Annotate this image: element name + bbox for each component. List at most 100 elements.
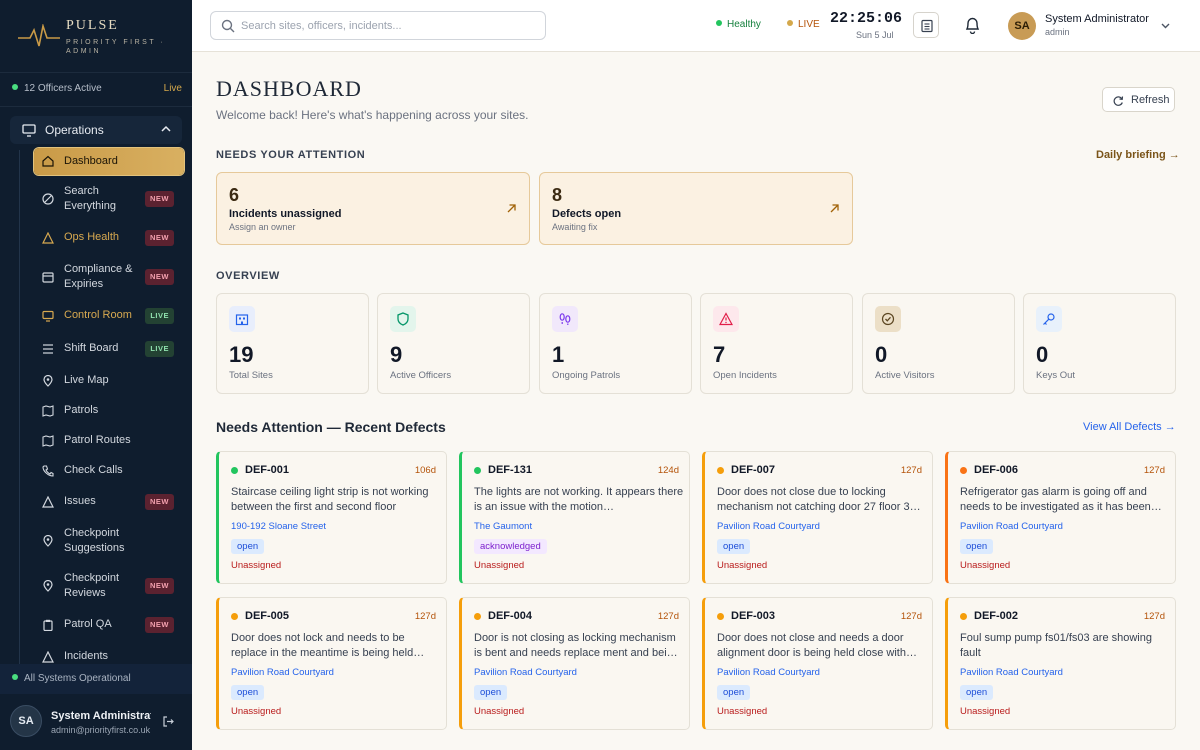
sidebar-item-label: Dashboard — [64, 155, 118, 167]
sidebar-item-search-everything[interactable]: Search Everything NEW — [34, 183, 184, 215]
nav-section-label: Operations — [45, 123, 104, 137]
sidebar-item-label: Control Room — [64, 309, 132, 321]
defect-site-link[interactable]: Pavilion Road Courtyard — [960, 667, 1063, 678]
search-box[interactable] — [210, 11, 546, 40]
sidebar-item-incidents[interactable]: Incidents — [34, 648, 184, 664]
defect-site-link[interactable]: Pavilion Road Courtyard — [960, 521, 1063, 532]
chevron-down-icon[interactable] — [1160, 20, 1171, 31]
sidebar-item-label: Issues — [64, 495, 96, 507]
overview-card-open-incidents[interactable]: 7 Open Incidents — [700, 293, 853, 394]
sidebar-item-label: Ops Health — [64, 231, 120, 243]
sidebar-item-issues[interactable]: Issues NEW — [34, 493, 184, 511]
sidebar-user[interactable]: SA System Administrator admin@priorityfi… — [0, 695, 192, 750]
building-icon — [235, 314, 249, 326]
status-dot-icon — [717, 467, 724, 474]
defect-description: Door does not close and needs a door ali… — [717, 632, 917, 659]
sidebar-item-checkpoint-reviews[interactable]: Checkpoint Reviews NEW — [34, 570, 184, 602]
defect-site-link[interactable]: 190-192 Sloane Street — [231, 521, 326, 532]
defect-age: 127d — [414, 611, 436, 622]
defect-card[interactable]: DEF-003 127d Door does not close and nee… — [702, 597, 933, 730]
view-all-defects-link[interactable]: View All Defects → — [1083, 421, 1176, 433]
map-pin-icon — [43, 375, 53, 387]
overview-icon-box — [229, 306, 255, 332]
sidebar-item-checkpoint-suggestions[interactable]: Checkpoint Suggestions — [34, 525, 184, 557]
nav-section-operations[interactable]: Operations — [10, 116, 182, 144]
defect-card[interactable]: DEF-005 127d Door does not lock and need… — [216, 597, 447, 730]
attention-card-incidents[interactable]: 6 Incidents unassigned Assign an owner — [216, 172, 530, 245]
defect-site-link[interactable]: Pavilion Road Courtyard — [717, 521, 820, 532]
defect-card[interactable]: DEF-001 106d Staircase ceiling light str… — [216, 451, 447, 584]
defect-site-link[interactable]: Pavilion Road Courtyard — [474, 667, 577, 678]
defect-age: 127d — [900, 465, 922, 476]
sidebar-item-label: Checkpoint Suggestions — [64, 527, 125, 554]
defect-assignee: Unassigned — [717, 560, 768, 571]
defect-id: DEF-001 — [245, 464, 290, 476]
status-dot-icon — [716, 20, 722, 26]
defect-card[interactable]: DEF-007 127d Door does not close due to … — [702, 451, 933, 584]
status-badge: open — [231, 685, 265, 700]
sidebar-item-label: Shift Board — [64, 342, 119, 354]
map-icon — [42, 405, 54, 417]
defect-site-link[interactable]: Pavilion Road Courtyard — [231, 667, 334, 678]
defect-card[interactable]: DEF-004 127d Door is not closing as lock… — [459, 597, 690, 730]
sidebar-item-dashboard[interactable]: Dashboard — [34, 148, 184, 175]
daily-briefing-link[interactable]: Daily briefing → — [1096, 149, 1180, 161]
overview-card-active-visitors[interactable]: 0 Active Visitors — [862, 293, 1015, 394]
sidebar-item-patrols[interactable]: Patrols — [34, 402, 184, 420]
defect-site-link[interactable]: Pavilion Road Courtyard — [717, 667, 820, 678]
sidebar-item-label: Checkpoint Reviews — [64, 572, 120, 599]
sidebar-item-patrol-routes[interactable]: Patrol Routes — [34, 432, 184, 450]
overview-value: 7 — [713, 342, 726, 367]
user-email: admin@priorityfirst.co.uk — [51, 725, 151, 735]
officers-live-label: Live — [163, 83, 182, 94]
overview-card-ongoing-patrols[interactable]: 1 Ongoing Patrols — [539, 293, 692, 394]
defect-description: Door is not closing as locking mechanism… — [474, 632, 678, 659]
status-badge: open — [474, 685, 508, 700]
overview-icon-box — [552, 306, 578, 332]
attention-card-defects[interactable]: 8 Defects open Awaiting fix — [539, 172, 853, 245]
defect-site-link[interactable]: The Gaumont — [474, 521, 532, 532]
overview-card-active-officers[interactable]: 9 Active Officers — [377, 293, 530, 394]
footprints-icon — [559, 313, 571, 325]
bell-icon[interactable] — [964, 16, 981, 34]
defect-age: 127d — [1143, 465, 1165, 476]
overview-icon-box — [713, 306, 739, 332]
alert-triangle-icon — [719, 312, 733, 326]
overview-label: Keys Out — [1036, 370, 1076, 381]
new-badge: NEW — [145, 494, 174, 510]
refresh-button[interactable]: Refresh — [1102, 87, 1175, 112]
defect-age: 124d — [657, 465, 679, 476]
brand-logo[interactable]: PULSE PRIORITY FIRST · ADMIN — [16, 14, 186, 64]
sidebar-item-label: Patrols — [64, 404, 99, 416]
calendar-icon — [42, 272, 54, 283]
defect-card[interactable]: DEF-131 124d The lights are not working.… — [459, 451, 690, 584]
notes-button[interactable] — [913, 12, 939, 38]
defect-id: DEF-005 — [245, 610, 290, 622]
attention-subtitle: Awaiting fix — [552, 222, 598, 232]
logout-icon[interactable] — [162, 715, 175, 728]
defects-heading: Needs Attention — Recent Defects — [216, 419, 446, 435]
sidebar-item-compliance-expiries[interactable]: Compliance & Expiries NEW — [34, 261, 184, 293]
sidebar-item-check-calls[interactable]: Check Calls — [34, 462, 184, 480]
live-badge: LIVE — [145, 308, 174, 324]
health-status-label: Healthy — [727, 19, 761, 30]
sidebar-item-patrol-qa[interactable]: Patrol QA NEW — [34, 616, 184, 634]
defect-card[interactable]: DEF-002 127d Foul sump pump fs01/fs03 ar… — [945, 597, 1176, 730]
sidebar-item-ops-health[interactable]: Ops Health NEW — [34, 229, 184, 247]
overview-value: 9 — [390, 342, 403, 367]
search-input[interactable] — [241, 17, 531, 35]
avatar: SA — [10, 705, 42, 737]
overview-card-keys-out[interactable]: 0 Keys Out — [1023, 293, 1176, 394]
pulse-wave-icon — [18, 24, 60, 47]
user-name: System Administrator — [1045, 13, 1149, 25]
sidebar-item-live-map[interactable]: Live Map — [34, 372, 184, 390]
sidebar-item-shift-board[interactable]: Shift Board LIVE — [34, 340, 184, 358]
defect-card[interactable]: DEF-006 127d Refrigerator gas alarm is g… — [945, 451, 1176, 584]
nav-tree-line — [19, 150, 20, 664]
defect-description: Staircase ceiling light strip is not wor… — [231, 486, 429, 513]
overview-card-total-sites[interactable]: 19 Total Sites — [216, 293, 369, 394]
sidebar-item-control-room[interactable]: Control Room LIVE — [34, 307, 184, 325]
chevron-up-icon[interactable] — [160, 123, 172, 135]
new-badge: NEW — [145, 269, 174, 285]
sidebar-item-label: Search Everything — [64, 185, 116, 212]
